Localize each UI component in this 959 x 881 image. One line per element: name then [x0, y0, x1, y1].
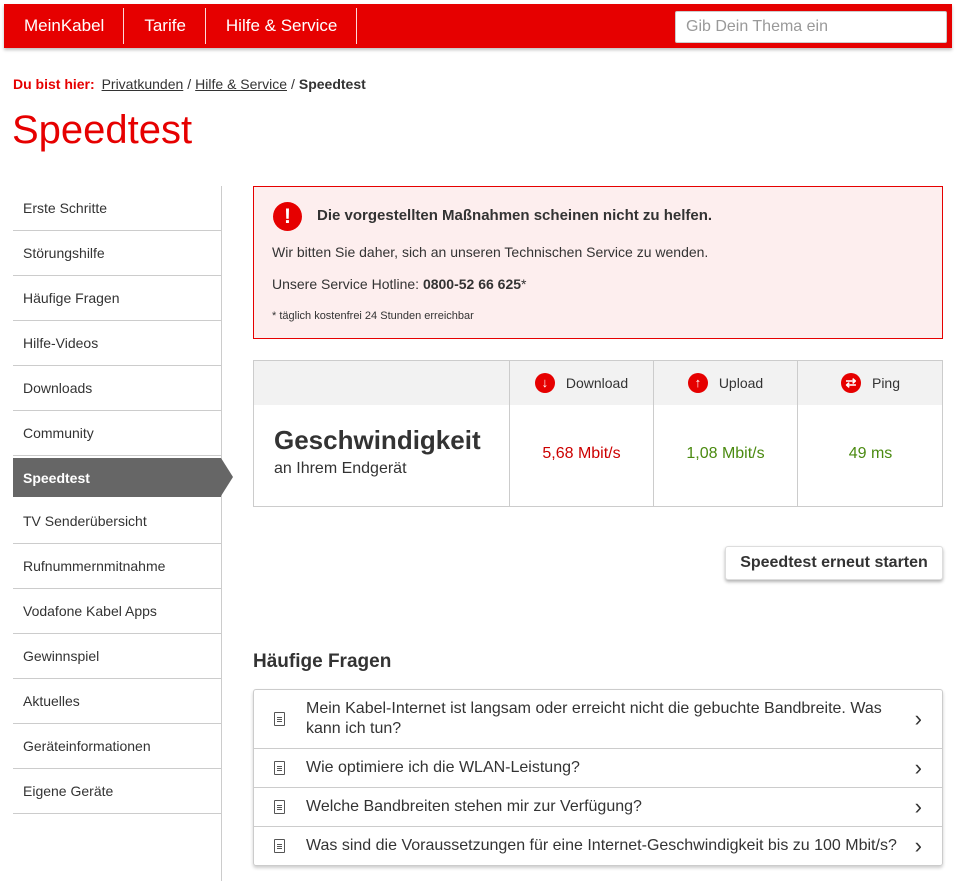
arrow-up-icon: ↑	[687, 373, 708, 393]
alert-hotline: Unsere Service Hotline: 0800-52 66 625*	[272, 276, 527, 292]
upload-column: ↑ Upload 1,08 Mbit/s	[653, 361, 797, 506]
breadcrumb-separator: /	[187, 76, 192, 92]
arrow-down-icon: ↓	[534, 373, 555, 393]
alert-footnote: * täglich kostenfrei 24 Stunden erreichb…	[272, 310, 474, 322]
upload-header: ↑ Upload	[654, 361, 797, 405]
alert-message: Wir bitten Sie daher, sich an unseren Te…	[272, 244, 709, 260]
ping-icon: ⇄	[840, 373, 861, 393]
chevron-right-icon: ›	[914, 794, 922, 819]
upload-value: 1,08 Mbit/s	[686, 445, 765, 462]
sidebar-item-haeufige-fragen[interactable]: Häufige Fragen	[13, 276, 221, 321]
sidebar-item-erste-schritte[interactable]: Erste Schritte	[13, 186, 221, 231]
sidebar-item-geraeteinformationen[interactable]: Geräteinformationen	[13, 724, 221, 769]
document-icon	[274, 800, 285, 814]
upload-label: Upload	[718, 375, 764, 391]
sidebar-item-downloads[interactable]: Downloads	[13, 366, 221, 411]
sidebar-item-speedtest[interactable]: Speedtest	[13, 458, 233, 497]
download-column: ↓ Download 5,68 Mbit/s	[509, 361, 653, 506]
breadcrumb: Du bist hier: Privatkunden / Hilfe & Servi…	[13, 76, 366, 92]
nav-meinkabel[interactable]: MeinKabel	[4, 4, 125, 48]
speed-label-subtitle: an Ihrem Endgerät	[274, 460, 407, 477]
chevron-right-icon: ›	[914, 706, 922, 731]
download-label: Download	[565, 375, 629, 391]
faq-question: Welche Bandbreiten stehen mir zur Verfüg…	[306, 798, 642, 815]
breadcrumb-current: Speedtest	[298, 76, 366, 92]
faq-item[interactable]: Was sind die Voraussetzungen für eine In…	[254, 827, 942, 865]
sidebar-item-stoerungshilfe[interactable]: Störungshilfe	[13, 231, 221, 276]
sidebar-item-hilfe-videos[interactable]: Hilfe-Videos	[13, 321, 221, 366]
breadcrumb-separator: /	[290, 76, 295, 92]
sidebar-item-community[interactable]: Community	[13, 411, 221, 456]
hotline-number: 0800-52 66 625	[422, 276, 522, 292]
alert-title: Die vorgestellten Maßnahmen scheinen nic…	[317, 207, 713, 224]
download-header: ↓ Download	[510, 361, 653, 405]
breadcrumb-link-hilfe-service[interactable]: Hilfe & Service	[195, 76, 287, 92]
ping-column: ⇄ Ping 49 ms	[797, 361, 943, 506]
search-input[interactable]	[675, 11, 947, 43]
sidebar-item-eigene-geraete[interactable]: Eigene Geräte	[13, 769, 221, 814]
nav-hilfe-service[interactable]: Hilfe & Service	[206, 4, 358, 48]
speed-label-title: Geschwindigkeit	[274, 425, 481, 455]
faq-list: Mein Kabel-Internet ist langsam oder err…	[253, 689, 943, 866]
chevron-right-icon: ›	[914, 833, 922, 858]
faq-question: Mein Kabel-Internet ist langsam oder err…	[306, 700, 882, 737]
exclamation-icon: !	[273, 202, 302, 231]
document-icon	[274, 839, 285, 853]
speedtest-results: Geschwindigkeit an Ihrem Endgerät ↓ Down…	[253, 360, 943, 507]
top-navigation-bar: MeinKabel Tarife Hilfe & Service	[4, 4, 952, 48]
ping-header: ⇄ Ping	[798, 361, 943, 405]
faq-item[interactable]: Mein Kabel-Internet ist langsam oder err…	[254, 690, 942, 749]
faq-question: Was sind die Voraussetzungen für eine In…	[306, 837, 897, 854]
faq-heading: Häufige Fragen	[253, 651, 392, 672]
sidebar-item-rufnummernmitnahme[interactable]: Rufnummernmitnahme	[13, 544, 221, 589]
breadcrumb-label: Du bist hier:	[13, 76, 95, 92]
sidebar-item-gewinnspiel[interactable]: Gewinnspiel	[13, 634, 221, 679]
chevron-right-icon: ›	[914, 755, 922, 780]
download-value: 5,68 Mbit/s	[542, 445, 621, 462]
faq-question: Wie optimiere ich die WLAN-Leistung?	[306, 759, 580, 776]
top-nav: MeinKabel Tarife Hilfe & Service	[4, 4, 358, 48]
breadcrumb-link-privatkunden[interactable]: Privatkunden	[102, 76, 184, 92]
restart-speedtest-button[interactable]: Speedtest erneut starten	[725, 546, 943, 580]
page-title: Speedtest	[12, 108, 193, 152]
document-icon	[274, 712, 285, 726]
sidebar-item-aktuelles[interactable]: Aktuelles	[13, 679, 221, 724]
faq-item[interactable]: Welche Bandbreiten stehen mir zur Verfüg…	[254, 788, 942, 827]
document-icon	[274, 761, 285, 775]
hotline-label: Unsere Service Hotline:	[272, 276, 420, 292]
nav-tarife[interactable]: Tarife	[124, 4, 206, 48]
hotline-asterisk: *	[521, 276, 527, 292]
sidebar-item-tv-senderuebersicht[interactable]: TV Senderübersicht	[13, 499, 221, 544]
speed-label: Geschwindigkeit an Ihrem Endgerät	[274, 425, 481, 478]
sidebar: Erste Schritte Störungshilfe Häufige Fra…	[13, 186, 233, 881]
error-alert: ! Die vorgestellten Maßnahmen scheinen n…	[253, 186, 943, 339]
ping-label: Ping	[871, 375, 901, 391]
faq-item[interactable]: Wie optimiere ich die WLAN-Leistung? ›	[254, 749, 942, 788]
sidebar-item-vodafone-kabel-apps[interactable]: Vodafone Kabel Apps	[13, 589, 221, 634]
ping-value: 49 ms	[848, 445, 893, 462]
